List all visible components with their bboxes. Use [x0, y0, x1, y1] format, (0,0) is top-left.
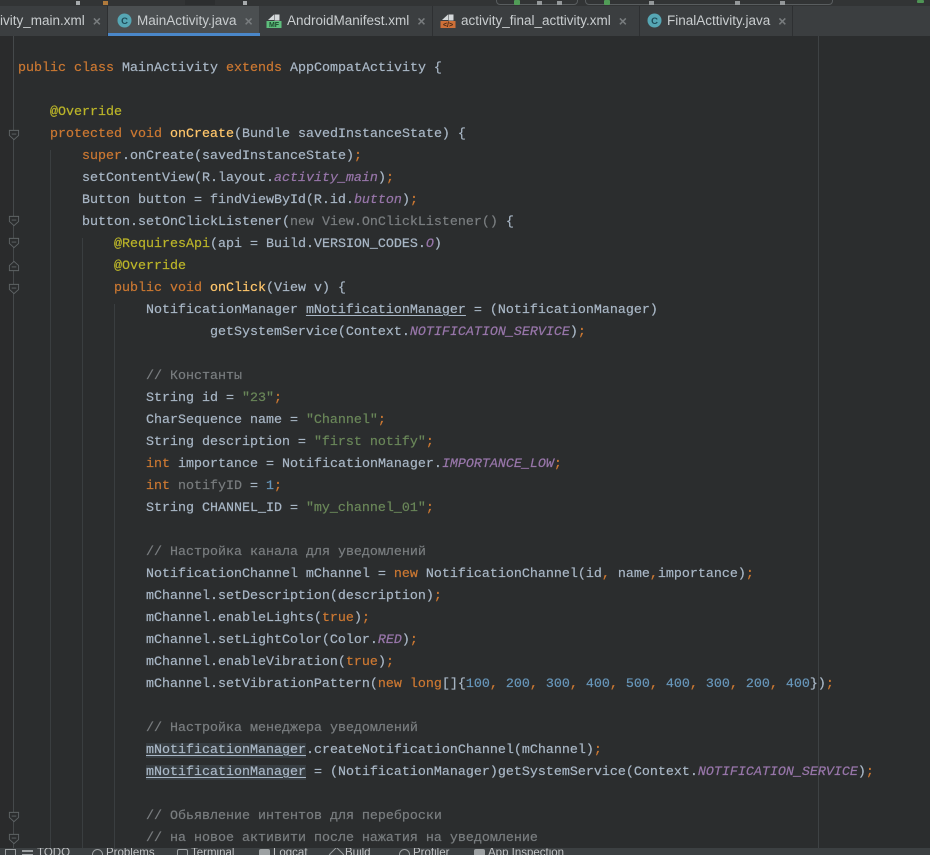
svg-text:C: C	[121, 16, 128, 27]
svg-text:</>: </>	[443, 22, 453, 29]
svg-text:MF: MF	[269, 22, 280, 29]
svg-text:C: C	[651, 16, 658, 27]
